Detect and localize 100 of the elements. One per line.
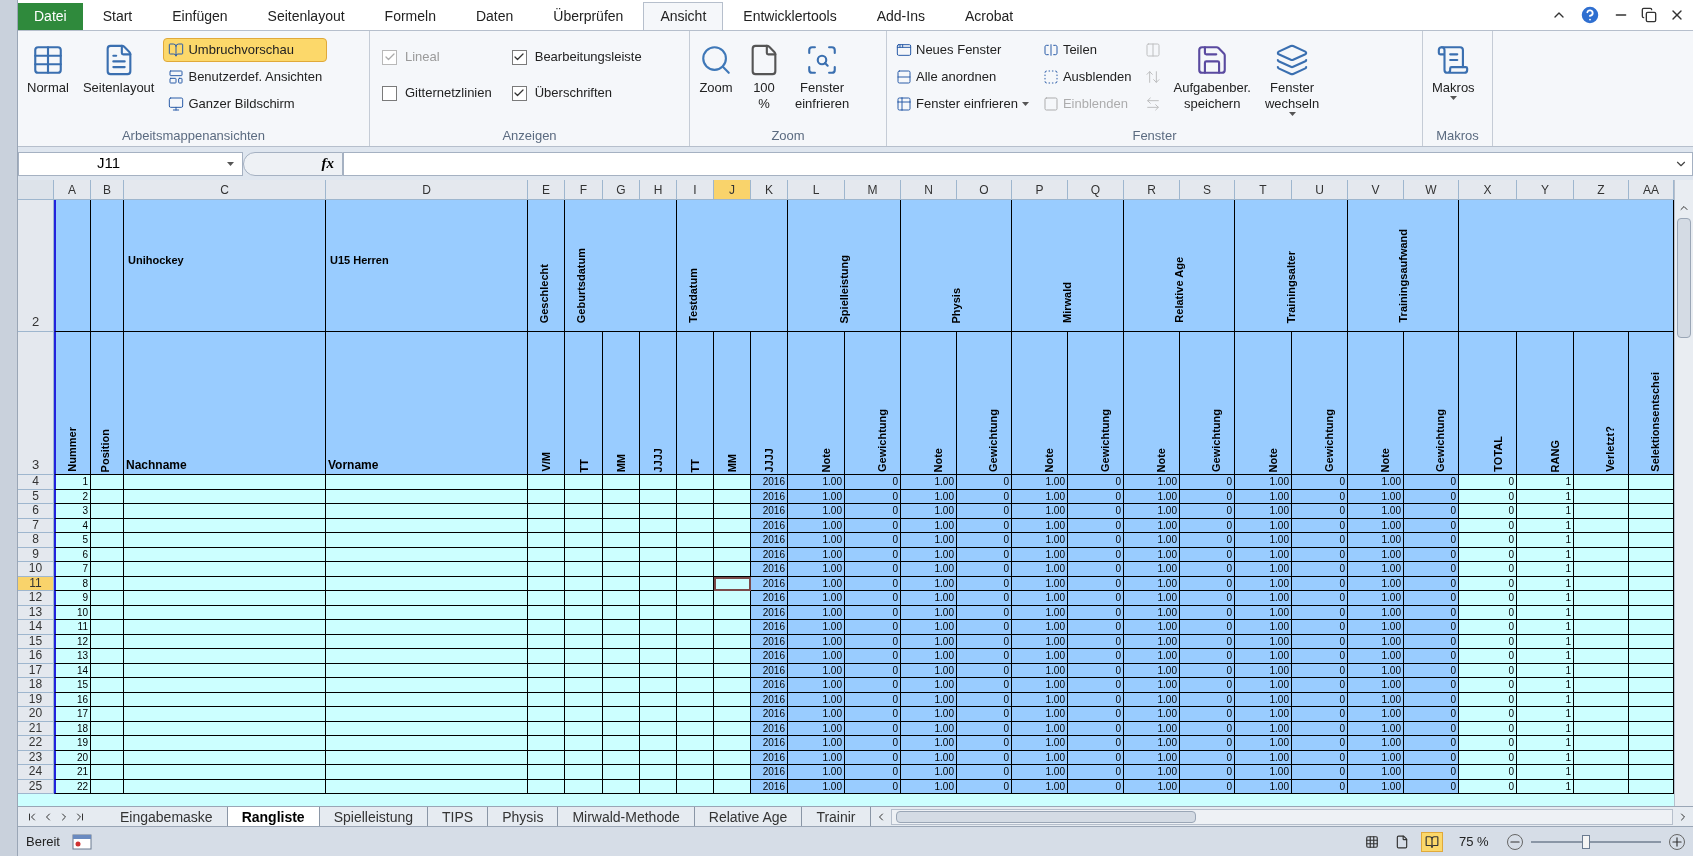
header-cell: Gewichtung xyxy=(1068,332,1124,475)
ribbon-button[interactable]: Ausblenden xyxy=(1037,65,1137,89)
header-cell: Spielleistung xyxy=(788,200,901,332)
ribbon-tab[interactable]: Acrobat xyxy=(944,3,1034,30)
name-box[interactable]: J11 xyxy=(18,151,243,176)
zoom-slider-thumb[interactable] xyxy=(1581,834,1590,849)
ribbon-button[interactable]: Makros xyxy=(1427,35,1480,125)
table-cell: 1.00 xyxy=(1124,678,1180,693)
scroll-thumb[interactable] xyxy=(1677,218,1691,338)
table-cell: 0 xyxy=(1459,620,1517,635)
last-sheet-icon[interactable] xyxy=(74,810,86,823)
table-cell xyxy=(640,475,677,490)
table-cell xyxy=(640,707,677,722)
view-button[interactable] xyxy=(1421,831,1443,852)
ribbon-button[interactable]: Normal xyxy=(22,35,74,125)
ribbon-tab[interactable]: Daten xyxy=(455,3,534,30)
table-cell: 0 xyxy=(1459,475,1517,490)
checkbox[interactable] xyxy=(511,49,527,65)
vertical-scrollbar[interactable] xyxy=(1674,180,1693,806)
ribbon-tab[interactable]: Überprüfen xyxy=(533,3,644,30)
ribbon-button[interactable]: Fenster einfrieren xyxy=(891,92,1034,116)
help-icon[interactable] xyxy=(1579,4,1601,26)
table-cell: 1.00 xyxy=(1012,475,1068,490)
ribbon-button[interactable]: Ganzer Bildschirm xyxy=(163,92,328,116)
table-cell xyxy=(91,736,124,751)
header-cell: TT xyxy=(677,332,714,475)
row-header[interactable]: 4 xyxy=(18,475,54,490)
checkbox-label: Bearbeitungsleiste xyxy=(534,48,642,67)
table-cell: 1 xyxy=(1517,475,1574,490)
table-cell: 5 xyxy=(54,533,91,548)
ribbon-button[interactable]: Aufgabenber. speichern xyxy=(1168,35,1256,125)
table-cell: 1.00 xyxy=(1012,504,1068,519)
table-cell: 15 xyxy=(54,678,91,693)
formula-input[interactable] xyxy=(343,151,1693,176)
ribbon-tab[interactable]: Einfügen xyxy=(152,3,248,30)
table-cell: 2016 xyxy=(751,620,788,635)
ribbon-button[interactable]: Seitenlayout xyxy=(77,35,160,125)
row-header[interactable]: 2 xyxy=(18,200,54,332)
row-header[interactable]: 18 xyxy=(18,678,54,693)
sheet-tab[interactable]: Rangliste xyxy=(227,806,320,827)
checkbox[interactable] xyxy=(511,85,527,101)
ribbon-tab[interactable]: Add-Ins xyxy=(856,3,945,30)
table-cell: 1.00 xyxy=(1124,707,1180,722)
row-header[interactable]: 24 xyxy=(18,765,54,780)
zoom-slider[interactable] xyxy=(1531,833,1661,850)
first-sheet-icon[interactable] xyxy=(26,810,38,823)
table-cell: 1.00 xyxy=(1124,591,1180,606)
header-cell: Unihockey xyxy=(124,200,326,332)
scroll-thumb[interactable] xyxy=(895,810,1196,823)
row-header[interactable]: 6 xyxy=(18,504,54,519)
layout-icon xyxy=(168,69,185,85)
table-cell: 0 xyxy=(1459,649,1517,664)
ribbon-button[interactable]: Neues Fenster xyxy=(891,38,1034,62)
ribbon-tab[interactable]: Formeln xyxy=(364,3,456,30)
ribbon-tab[interactable]: Datei xyxy=(18,3,83,30)
row-header[interactable]: 14 xyxy=(18,620,54,635)
header-cell: MM xyxy=(603,332,640,475)
table-cell xyxy=(565,620,603,635)
row-header[interactable]: 10 xyxy=(18,562,54,577)
ribbon-button[interactable]: Alle anordnen xyxy=(891,65,1034,89)
table-cell: 1.00 xyxy=(788,591,845,606)
table-cell xyxy=(528,533,565,548)
ribbon-tab[interactable]: Entwicklertools xyxy=(723,3,857,30)
ribbon-tab[interactable]: Start xyxy=(82,3,153,30)
table-cell: 0 xyxy=(1180,533,1235,548)
table-cell: 1 xyxy=(1517,591,1574,606)
header-cell: Geburtsdatum xyxy=(565,200,677,332)
ribbon-tab[interactable]: Ansicht xyxy=(643,2,724,30)
table-cell: 17 xyxy=(54,707,91,722)
ribbon-button[interactable]: Umbruchvorschau xyxy=(163,38,328,62)
table-cell: 2016 xyxy=(751,678,788,693)
table-cell: 1.00 xyxy=(1012,765,1068,780)
ribbon-button[interactable]: Fenster einfrieren xyxy=(790,35,855,125)
restore-icon[interactable] xyxy=(1641,7,1657,23)
header-cell: Testdatum xyxy=(677,200,788,332)
record-macro-icon[interactable] xyxy=(71,833,92,850)
scroll-icon xyxy=(1436,43,1471,77)
table-cell: 0 xyxy=(845,649,901,664)
ribbon-button[interactable]: Fenster wechseln xyxy=(1259,35,1325,125)
row-header[interactable]: 22 xyxy=(18,736,54,751)
row-header[interactable]: 20 xyxy=(18,707,54,722)
fx-button[interactable]: fx xyxy=(243,151,343,176)
table-cell: 0 xyxy=(957,736,1012,751)
ribbon-tab[interactable]: Seitenlayout xyxy=(247,3,365,30)
table-cell: 1 xyxy=(1517,504,1574,519)
table-cell xyxy=(714,678,751,693)
column-header[interactable]: J xyxy=(714,180,751,200)
row-header[interactable]: 3 xyxy=(18,332,54,475)
table-cell xyxy=(677,736,714,751)
ribbon-button[interactable]: Zoom xyxy=(694,35,738,125)
row-header[interactable]: 12 xyxy=(18,591,54,606)
table-cell: 0 xyxy=(1404,475,1459,490)
ribbon-button[interactable]: Benutzerdef. Ansichten xyxy=(163,65,328,89)
table-cell: 0 xyxy=(1068,504,1124,519)
row-header[interactable]: 8 xyxy=(18,533,54,548)
ribbon-button[interactable]: Teilen xyxy=(1037,38,1137,62)
ribbon-button[interactable]: 100 % xyxy=(742,35,786,125)
checkbox[interactable] xyxy=(382,85,397,101)
horizontal-scrollbar[interactable] xyxy=(890,808,1673,825)
row-header[interactable]: 16 xyxy=(18,649,54,664)
